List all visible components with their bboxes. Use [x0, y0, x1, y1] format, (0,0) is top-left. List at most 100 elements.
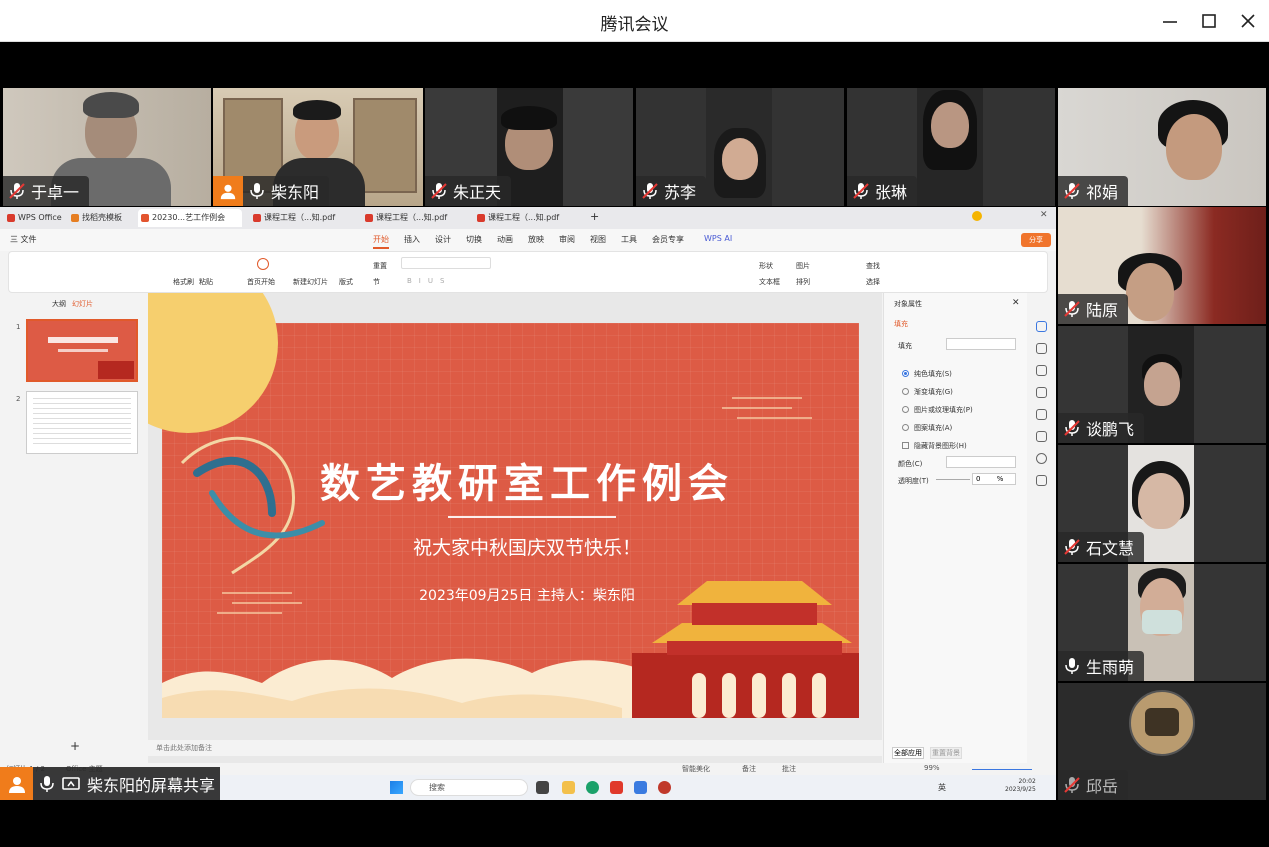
wps-tab-bar: WPS Office 找稻壳模板 20230...艺工作例会 课程工程（...知…	[0, 207, 1056, 229]
star-tool-icon[interactable]	[1036, 343, 1047, 354]
tab-outline[interactable]: 大纲	[52, 299, 66, 309]
video-tile[interactable]: 谈鹏飞	[1058, 326, 1266, 443]
paste-button[interactable]: 粘贴	[199, 277, 213, 287]
play-from-start-button[interactable]: 首页开始	[247, 277, 275, 287]
wps-taskbar-icon[interactable]	[610, 781, 623, 794]
radio-pattern-fill[interactable]	[902, 424, 909, 431]
video-tile[interactable]: 张琳	[847, 88, 1055, 206]
participant-namebar: 陆原	[1058, 294, 1129, 324]
maximize-button[interactable]	[1196, 8, 1222, 34]
menu-transition[interactable]: 切换	[466, 234, 482, 245]
start-button-icon[interactable]	[390, 781, 403, 794]
menu-insert[interactable]: 插入	[404, 234, 420, 245]
add-slide-plus-icon[interactable]: +	[70, 739, 80, 753]
tencent-meeting-icon[interactable]	[634, 781, 647, 794]
template-icon	[71, 214, 79, 222]
tab-wps-office[interactable]: WPS Office	[4, 209, 62, 227]
close-button[interactable]	[1235, 8, 1261, 34]
apply-all-button[interactable]: 全部应用	[892, 747, 924, 759]
arrange-button[interactable]: 排列	[796, 277, 810, 287]
tab-presentation[interactable]: 20230...艺工作例会	[138, 209, 242, 227]
radio-gradient-fill[interactable]	[902, 388, 909, 395]
transparency-input[interactable]: 0 %	[972, 473, 1016, 485]
menu-design[interactable]: 设计	[435, 234, 451, 245]
taskbar-search[interactable]: 搜索	[410, 779, 528, 796]
zoom-slider[interactable]	[972, 769, 1032, 770]
comments-button[interactable]: 批注	[782, 764, 796, 774]
edge-browser-icon[interactable]	[586, 781, 599, 794]
transparency-slider[interactable]	[936, 479, 970, 480]
image-tool-icon[interactable]	[1036, 387, 1047, 398]
participant-name: 柴东阳	[271, 183, 320, 202]
beautify-button[interactable]: 智能美化	[682, 764, 710, 774]
fill-type-select[interactable]	[946, 338, 1016, 350]
section-button[interactable]: 节	[373, 277, 380, 287]
props-tab-fill[interactable]: 填充	[894, 319, 908, 329]
menu-animation[interactable]: 动画	[497, 234, 513, 245]
task-view-icon[interactable]	[536, 781, 549, 794]
new-slide-button[interactable]: 新建幻灯片	[293, 277, 328, 287]
tab-pdf-1[interactable]: 课程工程（...知.pdf	[250, 209, 354, 227]
menu-view[interactable]: 视图	[590, 234, 606, 245]
menu-tools[interactable]: 工具	[621, 234, 637, 245]
copy-tool-icon[interactable]	[1036, 365, 1047, 376]
ime-indicator[interactable]: 英	[938, 782, 946, 793]
props-close-icon[interactable]: ✕	[1012, 298, 1020, 308]
menu-review[interactable]: 审阅	[559, 234, 575, 245]
new-tab-plus-icon[interactable]: +	[590, 210, 599, 223]
account-avatar-icon[interactable]	[972, 211, 982, 221]
chat-tool-icon[interactable]	[1036, 475, 1047, 486]
system-clock[interactable]: 20:02 2023/9/25	[1005, 778, 1036, 794]
slide-thumbnail-1[interactable]	[26, 319, 138, 382]
video-tile[interactable]: 祁娟	[1058, 88, 1266, 206]
share-document-button[interactable]: 分享	[1021, 233, 1051, 247]
menu-file[interactable]: 三 文件	[10, 234, 37, 245]
textbox-button[interactable]: 文本框	[759, 277, 780, 287]
video-tile[interactable]: 陆原	[1058, 207, 1266, 324]
tab-template[interactable]: 找稻壳模板	[68, 209, 134, 227]
video-tile[interactable]: 朱正天	[425, 88, 633, 206]
video-tile-active-speaker[interactable]: 柴东阳	[213, 88, 423, 206]
app-icon[interactable]	[658, 781, 671, 794]
video-tile[interactable]: 石文慧	[1058, 445, 1266, 562]
font-family-select[interactable]	[401, 257, 491, 269]
format-painter-button[interactable]: 格式刷	[173, 277, 194, 287]
menu-home[interactable]: 开始	[373, 234, 389, 249]
select-button[interactable]: 选择	[866, 277, 880, 287]
video-tile[interactable]: 生雨萌	[1058, 564, 1266, 681]
checkbox-hide-bg[interactable]	[902, 442, 909, 449]
wps-close-icon[interactable]: ✕	[1040, 210, 1048, 220]
zoom-level[interactable]: 99%	[924, 764, 940, 772]
video-tile[interactable]: 苏李	[636, 88, 844, 206]
crop-tool-icon[interactable]	[1036, 431, 1047, 442]
reset-button[interactable]: 重置	[373, 261, 387, 271]
radio-picture-fill[interactable]	[902, 406, 909, 413]
layout-button[interactable]: 版式	[339, 277, 353, 287]
find-button[interactable]: 查找	[866, 261, 880, 271]
transform-tool-icon[interactable]	[1036, 409, 1047, 420]
picture-button[interactable]: 图片	[796, 261, 810, 271]
file-explorer-icon[interactable]	[562, 781, 575, 794]
shape-button[interactable]: 形状	[759, 261, 773, 271]
radio-solid-fill[interactable]	[902, 370, 909, 377]
help-tool-icon[interactable]	[1036, 453, 1047, 464]
notes-area[interactable]: 单击此处添加备注	[148, 740, 882, 756]
properties-tool-icon[interactable]	[1036, 321, 1047, 332]
menu-slideshow[interactable]: 放映	[528, 234, 544, 245]
slide-thumbnail-2[interactable]	[26, 391, 138, 454]
video-tile-avatar[interactable]: 邱岳	[1058, 683, 1266, 800]
video-tile[interactable]: 于卓一	[3, 88, 211, 206]
font-format-buttons[interactable]: BIUS	[407, 277, 451, 285]
color-select[interactable]	[946, 456, 1016, 468]
reset-bg-button[interactable]: 重置背景	[930, 747, 962, 759]
participant-namebar: 谈鹏飞	[1058, 413, 1145, 443]
minimize-button[interactable]	[1157, 8, 1183, 34]
tab-pdf-2[interactable]: 课程工程（...知.pdf	[362, 209, 466, 227]
menu-member[interactable]: 会员专享	[652, 234, 684, 245]
option-solid-fill: 纯色填充(S)	[914, 370, 952, 378]
tab-slides[interactable]: 幻灯片	[72, 299, 93, 309]
tab-pdf-3[interactable]: 课程工程（...知.pdf	[474, 209, 578, 227]
clock-time: 20:02	[1018, 778, 1036, 785]
notes-button[interactable]: 备注	[742, 764, 756, 774]
menu-wps-ai[interactable]: WPS AI	[704, 234, 732, 243]
